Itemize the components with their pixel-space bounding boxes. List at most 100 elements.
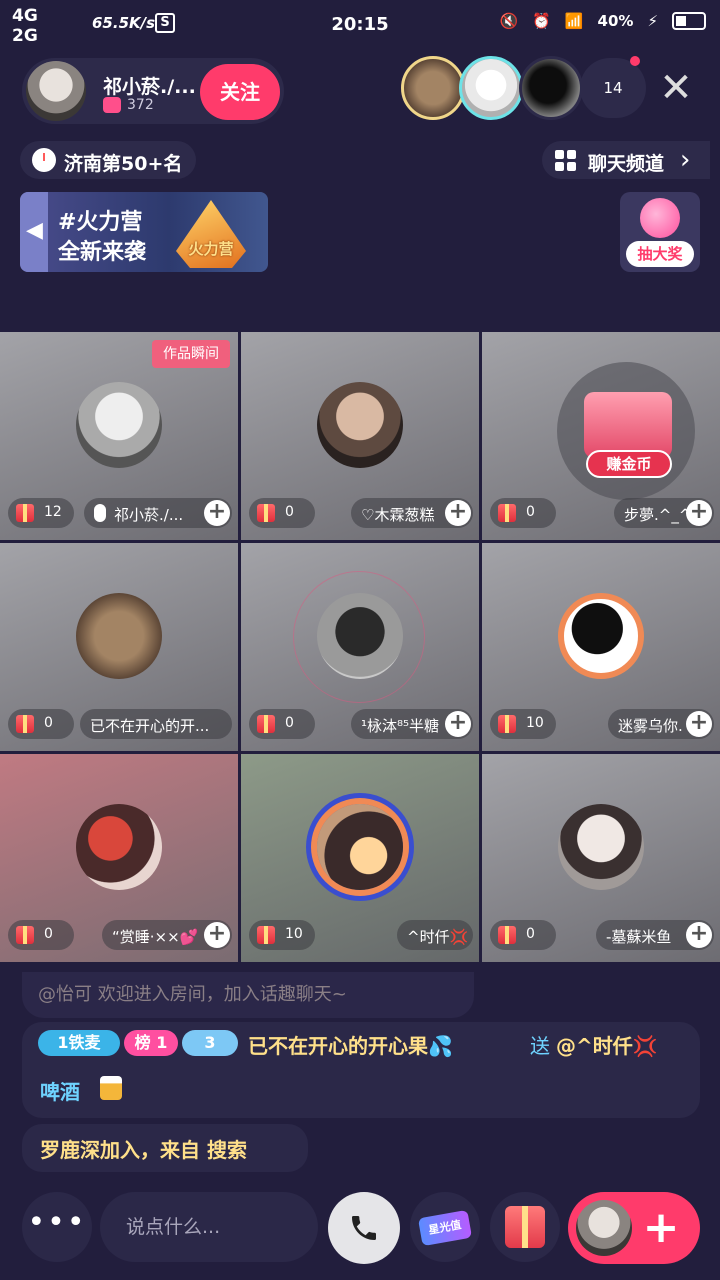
gift-count: 0: [285, 504, 294, 520]
mic-seat[interactable]: 0 -墓蘇米鱼 +: [482, 754, 720, 962]
chat-message: 罗鹿深加入，来自 搜索: [22, 1124, 308, 1172]
gift-icon: [257, 926, 275, 944]
chat-input[interactable]: [100, 1192, 318, 1262]
follow-plus-icon[interactable]: +: [686, 500, 712, 526]
seat-name-pill[interactable]: ♡木霖葱糕 +: [351, 498, 473, 528]
host-fans-count: 372: [127, 97, 154, 113]
avatar[interactable]: [558, 804, 644, 890]
follow-plus-icon[interactable]: +: [204, 500, 230, 526]
seat-name: 步夢.^_^: [624, 506, 688, 524]
viewer-count[interactable]: 14: [580, 58, 646, 118]
gift-count-pill: 0: [490, 498, 556, 528]
seat-name-pill[interactable]: 迷雾乌你. +: [608, 709, 714, 739]
mic-seat[interactable]: 10 ^时仟💢: [241, 754, 479, 962]
avatar[interactable]: [317, 382, 403, 468]
follow-plus-icon[interactable]: +: [686, 922, 712, 948]
banner-logo-text: 火力营: [188, 240, 234, 258]
wifi-icon: 📶: [564, 12, 584, 30]
mic-seat[interactable]: 0 已不在开心的开...: [0, 543, 238, 751]
mic-seat[interactable]: 0 ♡木霖葱糕 +: [241, 332, 479, 540]
earn-coin-label[interactable]: 赚金币: [586, 450, 672, 478]
gift-count: 0: [526, 504, 535, 520]
avatar[interactable]: [76, 382, 162, 468]
avatar: [576, 1200, 632, 1256]
avatar[interactable]: [317, 593, 403, 679]
gift-count: 10: [526, 715, 544, 731]
gift-icon: [498, 504, 516, 522]
gift-count: 10: [285, 926, 303, 942]
gift-icon: [498, 926, 516, 944]
gift-icon: [16, 504, 34, 522]
works-badge[interactable]: 作品瞬间: [152, 340, 230, 368]
seat-name: ^时仟💢: [407, 928, 469, 946]
viewer-avatar[interactable]: [519, 56, 583, 120]
gift-icon: [498, 715, 516, 733]
banner-subtitle: 全新来袭: [58, 240, 147, 265]
gift-count: 0: [44, 715, 53, 731]
phone-button[interactable]: [328, 1192, 400, 1264]
seat-name-pill[interactable]: ¹栐泍⁸⁵半糖 +: [351, 709, 473, 739]
seat-name-pill[interactable]: 步夢.^_^ +: [614, 498, 714, 528]
charging-icon: ⚡: [647, 12, 658, 30]
notification-dot: [630, 56, 640, 66]
beer-icon: [100, 1076, 122, 1100]
gift-count-pill: 0: [249, 498, 315, 528]
more-button[interactable]: •••: [22, 1192, 92, 1262]
battery-percent: 40%: [597, 12, 634, 30]
chevron-left-icon: ◀: [26, 218, 43, 243]
city-rank-text: 济南第50+名: [64, 153, 183, 175]
gift-count: 0: [285, 715, 294, 731]
gift-icon: [257, 504, 275, 522]
seat-name-pill[interactable]: 已不在开心的开...: [80, 709, 232, 739]
mic-seat[interactable]: 赚金币 0 步夢.^_^ +: [482, 332, 720, 540]
mic-icon: [94, 504, 106, 522]
seat-name-pill[interactable]: -墓蘇米鱼 +: [596, 920, 714, 950]
mic-seat[interactable]: 10 迷雾乌你. +: [482, 543, 720, 751]
diamond-badge: 3: [182, 1030, 238, 1056]
close-icon[interactable]: ✕: [656, 68, 696, 108]
lottery-label: 抽大奖: [626, 241, 694, 267]
follow-plus-icon[interactable]: +: [204, 922, 230, 948]
viewer-avatar[interactable]: [401, 56, 465, 120]
chat-channel-label: 聊天频道: [588, 153, 665, 175]
avatar[interactable]: [76, 804, 162, 890]
avatar[interactable]: [558, 593, 644, 679]
grid-icon: [555, 150, 577, 172]
seat-name-pill[interactable]: ^时仟💢: [397, 920, 473, 950]
follow-button[interactable]: 关注: [200, 64, 280, 120]
gift-count: 0: [44, 926, 53, 942]
heart-icon: [103, 97, 121, 113]
mute-icon: 🔇: [499, 12, 519, 30]
gift-count: 12: [44, 504, 62, 520]
seat-name: 迷雾乌你.: [618, 717, 683, 735]
seat-name-pill[interactable]: 祁小菸./... +: [84, 498, 232, 528]
gift-icon: [505, 1206, 545, 1248]
treasure-chest-icon[interactable]: [584, 392, 672, 458]
gift-count-pill: 0: [8, 709, 74, 739]
gift-count-pill: 0: [8, 920, 74, 950]
mic-seat[interactable]: 作品瞬间 12 祁小菸./... +: [0, 332, 238, 540]
avatar[interactable]: [76, 593, 162, 679]
avatar[interactable]: [317, 804, 403, 890]
battery-icon: [672, 12, 706, 30]
seat-name-pill[interactable]: “赏睡·××💕 +: [102, 920, 232, 950]
chat-target[interactable]: @^时仟💢: [556, 1030, 658, 1059]
heart-icon: [640, 198, 680, 238]
gift-count: 0: [526, 926, 535, 942]
seat-name: 已不在开心的开...: [90, 717, 210, 735]
mic-seat[interactable]: 0 ¹栐泍⁸⁵半糖 +: [241, 543, 479, 751]
host-avatar[interactable]: [26, 61, 86, 121]
host-name: 祁小菸./...: [103, 76, 196, 98]
follow-plus-icon[interactable]: +: [686, 711, 712, 737]
chat-sender[interactable]: 已不在开心的开心果💦: [248, 1030, 453, 1059]
follow-plus-icon[interactable]: +: [445, 711, 471, 737]
gift-count-pill: 0: [249, 709, 315, 739]
chat-send-verb: 送: [530, 1034, 550, 1058]
gift-count-pill: 12: [8, 498, 74, 528]
mic-seat[interactable]: 0 “赏睡·××💕 +: [0, 754, 238, 962]
follow-plus-icon[interactable]: +: [445, 500, 471, 526]
viewer-avatar[interactable]: [459, 56, 523, 120]
rank-badge: 榜 1: [124, 1030, 178, 1056]
chat-gift-name: 啤酒: [40, 1080, 80, 1104]
seat-name: ¹栐泍⁸⁵半糖: [361, 717, 440, 735]
